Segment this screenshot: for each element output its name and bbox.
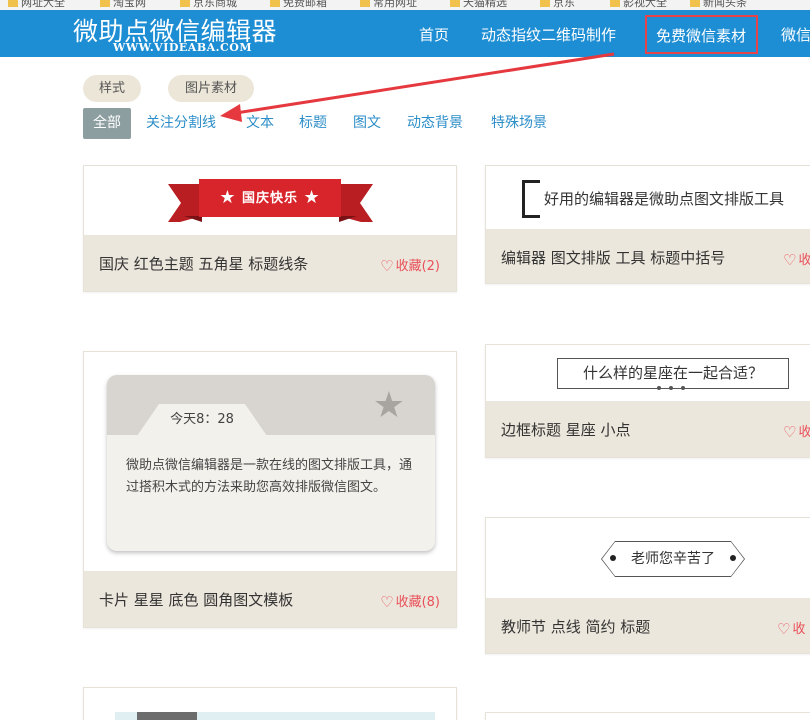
favorite-button[interactable]: ♡ 收 (777, 618, 805, 638)
favorite-button[interactable]: ♡ 收藏(2) (380, 255, 440, 275)
category-divider[interactable]: 关注分割线 (146, 108, 216, 139)
card-footer: 编辑器 图文排版 工具 标题中括号 ♡ 收 (486, 229, 810, 283)
category-title[interactable]: 标题 (299, 108, 327, 139)
template-card[interactable] (485, 712, 810, 720)
card-title: 教师节 点线 简约 标题 (501, 618, 651, 636)
card-footer: 边框标题 星座 小点 ♡ 收 (486, 401, 810, 457)
card-title: 国庆 红色主题 五角星 标题线条 (99, 255, 309, 273)
dot-decoration (669, 386, 673, 390)
heart-icon: ♡ (783, 251, 797, 269)
template-preview-block (137, 712, 197, 720)
dot-decoration (610, 555, 616, 561)
heart-icon: ♡ (380, 593, 394, 611)
heart-icon: ♡ (777, 620, 791, 638)
card-footer: 卡片 星星 底色 圆角图文模板 ♡ 收藏(8) (84, 571, 456, 627)
hexagon-heading: 老师您辛苦了 (602, 542, 744, 576)
card-footer: 教师节 点线 简约 标题 ♡ 收 (486, 598, 810, 653)
template-card[interactable]: 好用的编辑器是微助点图文排版工具 编辑器 图文排版 工具 标题中括号 ♡ 收 (485, 165, 810, 284)
template-card[interactable]: 今天8：28 ★ 微助点微信编辑器是一款在线的图文排版工具，通过搭积木式的方法来… (83, 351, 457, 628)
category-special[interactable]: 特殊场景 (491, 108, 547, 139)
filter-image-material[interactable]: 图片素材 (168, 75, 254, 102)
heart-icon: ♡ (380, 257, 394, 275)
favorite-button[interactable]: ♡ 收藏(8) (380, 591, 440, 611)
left-bracket (522, 180, 540, 218)
filter-style[interactable]: 样式 (83, 75, 141, 102)
template-card[interactable]: 什么样的星座在一起合适？ 边框标题 星座 小点 ♡ 收 (485, 344, 810, 458)
star-icon: ★ (303, 187, 321, 208)
template-card[interactable]: 老师您辛苦了 教师节 点线 简约 标题 ♡ 收 (485, 517, 810, 654)
notice-card-body: 微助点微信编辑器是一款在线的图文排版工具，通过搭积木式的方法来助您高效排版微信图… (126, 458, 413, 495)
bordered-heading: 什么样的星座在一起合适？ (557, 358, 789, 389)
category-image-text[interactable]: 图文 (353, 108, 381, 139)
heart-icon: ♡ (783, 423, 797, 441)
card-title: 编辑器 图文排版 工具 标题中括号 (501, 249, 726, 267)
template-card[interactable] (83, 687, 457, 720)
dot-decoration (730, 555, 736, 561)
notice-card-preview: 今天8：28 ★ 微助点微信编辑器是一款在线的图文排版工具，通过搭积木式的方法来… (107, 375, 435, 551)
template-card[interactable]: ★ 国庆快乐 ★ 国庆 红色主题 五角星 标题线条 ♡ 收藏(2) (83, 165, 457, 292)
card-title: 边框标题 星座 小点 (501, 421, 631, 439)
category-dynamic-bg[interactable]: 动态背景 (407, 108, 463, 139)
favorite-button[interactable]: ♡ 收 (783, 421, 810, 441)
category-all[interactable]: 全部 (83, 108, 131, 139)
card-footer: 国庆 红色主题 五角星 标题线条 ♡ 收藏(2) (84, 235, 456, 291)
bracket-heading-text: 好用的编辑器是微助点图文排版工具 (544, 190, 785, 208)
notice-card-time: 今天8：28 (137, 404, 267, 436)
star-icon: ★ (219, 187, 237, 208)
ribbon-label: ★ 国庆快乐 ★ (199, 179, 341, 217)
dot-decoration (657, 386, 661, 390)
card-title: 卡片 星星 底色 圆角图文模板 (99, 591, 294, 609)
category-text[interactable]: 文本 (246, 108, 274, 139)
favorite-button[interactable]: ♡ 收 (783, 249, 810, 269)
star-icon: ★ (372, 385, 405, 426)
dot-decoration (681, 386, 685, 390)
